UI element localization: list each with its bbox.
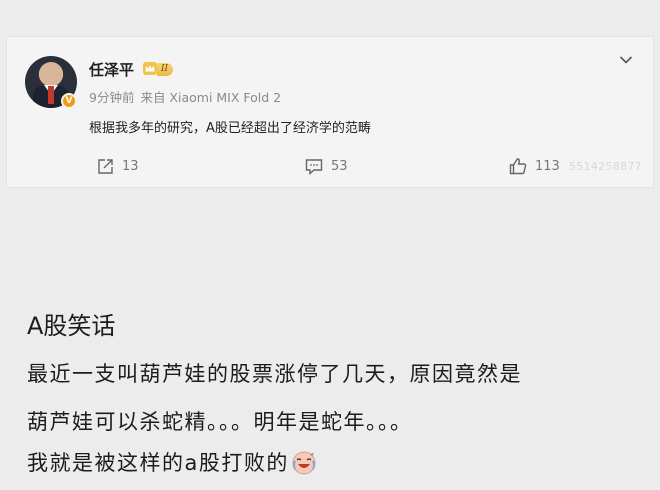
repost-count: 13 bbox=[122, 158, 139, 174]
article-heading: A股笑话 bbox=[27, 312, 116, 340]
post-source: 来自 Xiaomi MIX Fold 2 bbox=[140, 90, 282, 105]
post-text: 根据我多年的研究，A股已经超出了经济学的范畴 bbox=[89, 121, 371, 136]
avatar-tie bbox=[48, 86, 54, 104]
article-line: 葫芦娃可以杀蛇精。。。明年是蛇年。。。 bbox=[27, 410, 413, 434]
repost-button[interactable]: 13 bbox=[97, 157, 139, 175]
article-line-last: 我就是被这样的a股打败的 bbox=[27, 447, 317, 477]
chevron-down-icon[interactable] bbox=[619, 55, 633, 65]
level-badge: II bbox=[157, 63, 174, 76]
laugh-cry-emoji-icon bbox=[292, 451, 316, 475]
verified-badge-icon: V bbox=[61, 93, 77, 109]
screenshot-page: V 任泽平 II 9分钟前 来自 Xiaomi MIX Fold 2 根据我多年的… bbox=[0, 0, 660, 490]
article-line: 最近一支叫葫芦娃的股票涨停了几天，原因竟然是 bbox=[27, 362, 522, 386]
article-line-text: 我就是被这样的a股打败的 bbox=[27, 451, 289, 475]
like-button[interactable]: 113 bbox=[509, 157, 560, 175]
like-count: 113 bbox=[535, 158, 560, 174]
comment-icon bbox=[305, 158, 323, 175]
crown-icon bbox=[143, 62, 157, 75]
weibo-post-card[interactable]: V 任泽平 II 9分钟前 来自 Xiaomi MIX Fold 2 根据我多年的… bbox=[6, 36, 654, 188]
post-meta: 9分钟前 来自 Xiaomi MIX Fold 2 bbox=[89, 87, 287, 106]
comment-button[interactable]: 53 bbox=[305, 157, 348, 175]
post-time: 9分钟前 bbox=[89, 90, 135, 105]
username[interactable]: 任泽平 bbox=[89, 59, 134, 80]
watermark: 5514258877 bbox=[569, 160, 642, 173]
comment-count: 53 bbox=[331, 158, 348, 174]
thumbs-up-icon bbox=[509, 158, 527, 175]
repost-icon bbox=[98, 158, 113, 174]
